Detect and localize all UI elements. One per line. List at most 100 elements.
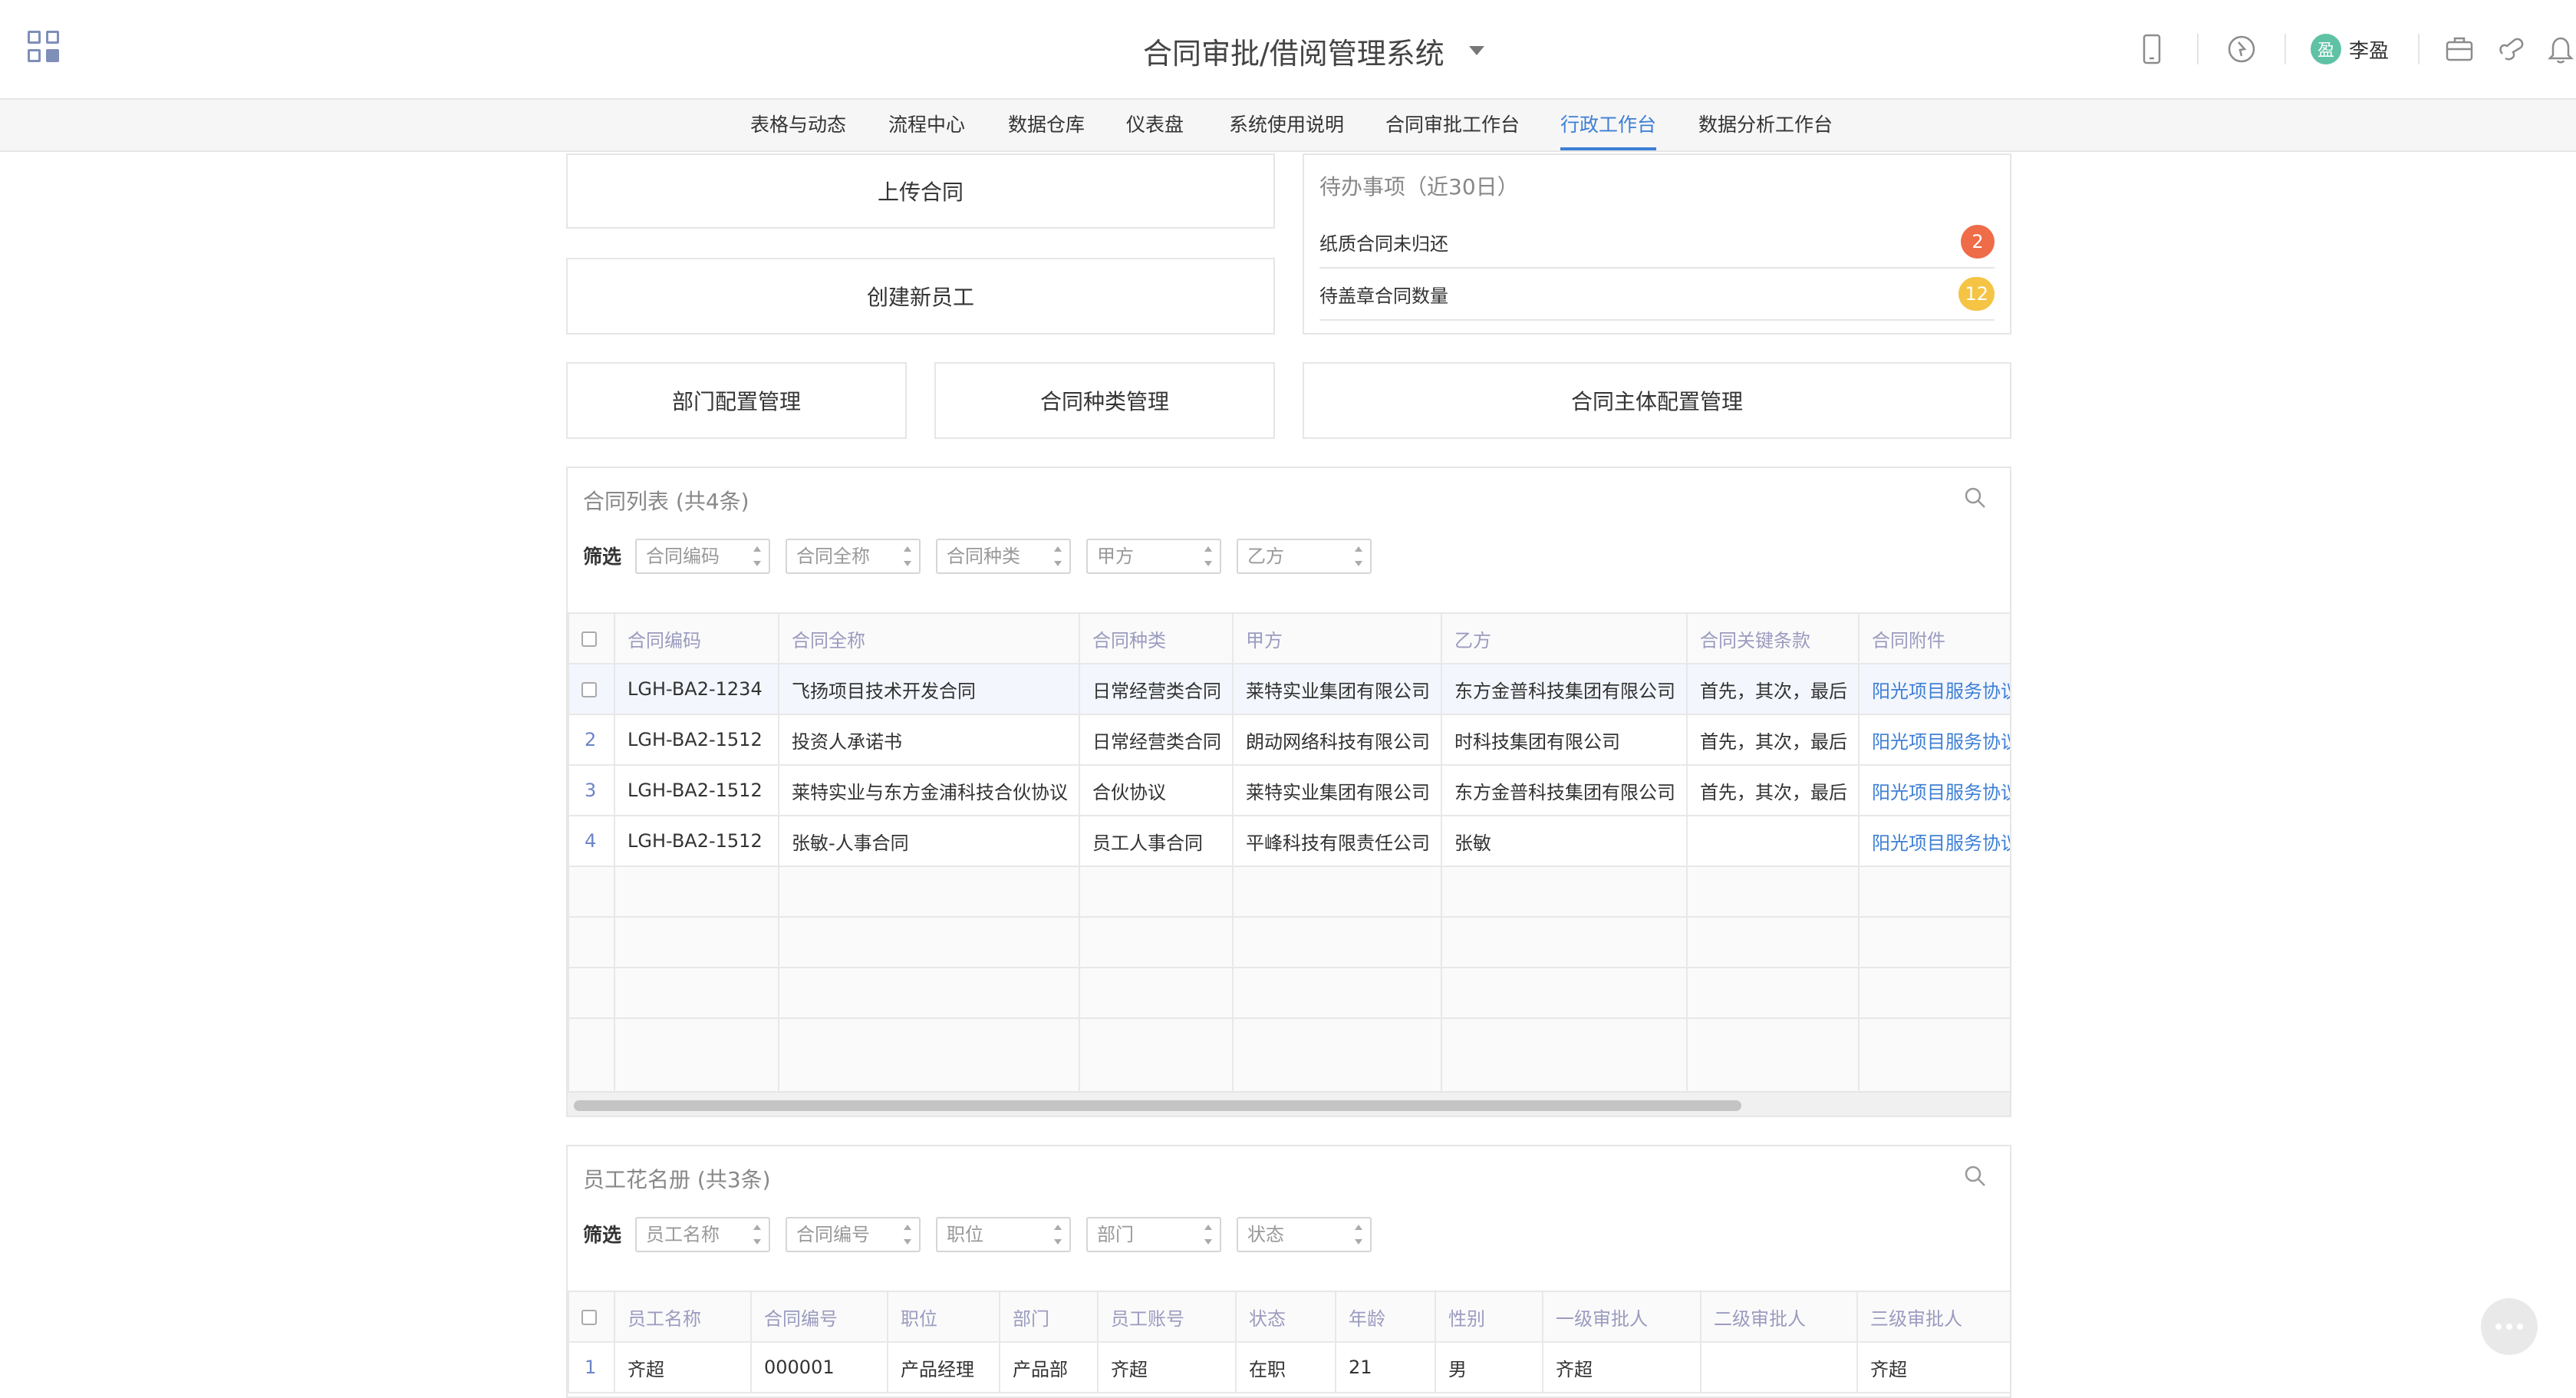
- empty-cell: [1858, 967, 2010, 1019]
- cell: 男: [1435, 1341, 1543, 1393]
- column-header[interactable]: 年龄: [1335, 1291, 1436, 1343]
- tab-admin-workbench[interactable]: 行政工作台: [1560, 100, 1657, 150]
- search-icon[interactable]: [1964, 486, 1987, 509]
- column-header[interactable]: 性别: [1435, 1291, 1543, 1343]
- todo-item-pending-seal[interactable]: 待盖章合同数量 12: [1319, 269, 1995, 321]
- filter-label: 筛选: [583, 1224, 622, 1246]
- attachment-link[interactable]: 阳光项目服务协议: [1858, 714, 2010, 766]
- more-options-button[interactable]: [2481, 1298, 2538, 1355]
- cell: 齐超: [614, 1341, 752, 1393]
- filter-contract-number[interactable]: 合同编号: [786, 1217, 921, 1252]
- todo-item-label: 纸质合同未归还: [1319, 232, 1448, 255]
- filter-placeholder: 乙方: [1247, 546, 1284, 567]
- table-row[interactable]: 3 LGH-BA2-1512 莱特实业与东方金浦科技合伙协议 合伙协议 莱特实业…: [568, 764, 2010, 816]
- select-all-checkbox[interactable]: [568, 1291, 615, 1343]
- filter-party-a[interactable]: 甲方: [1086, 539, 1221, 574]
- bell-icon[interactable]: [2547, 34, 2574, 64]
- empty-cell: [614, 866, 779, 918]
- filter-party-b[interactable]: 乙方: [1237, 539, 1372, 574]
- employee-list-title: 员工花名册 (共3条): [583, 1167, 771, 1192]
- tab-workflow-center[interactable]: 流程中心: [888, 100, 965, 150]
- contract-type-button[interactable]: 合同种类管理: [934, 362, 1275, 439]
- cell: LGH-BA2-1512: [614, 815, 779, 867]
- empty-cell: [1441, 967, 1688, 1019]
- share-link-icon[interactable]: [2496, 34, 2527, 64]
- filter-status[interactable]: 状态: [1237, 1217, 1372, 1252]
- filter-position[interactable]: 职位: [936, 1217, 1071, 1252]
- tab-tables-activity[interactable]: 表格与动态: [750, 100, 846, 150]
- cell: 21: [1335, 1341, 1436, 1393]
- column-header[interactable]: 合同编号: [750, 1291, 888, 1343]
- column-header[interactable]: 乙方: [1441, 612, 1688, 664]
- tab-user-guide[interactable]: 系统使用说明: [1229, 100, 1344, 150]
- filter-department[interactable]: 部门: [1086, 1217, 1221, 1252]
- filter-contract-code[interactable]: 合同编码: [635, 539, 770, 574]
- column-header[interactable]: 一级审批人: [1542, 1291, 1701, 1343]
- cell: LGH-BA2-1234: [614, 663, 779, 715]
- dot-icon: [2517, 1324, 2523, 1330]
- sort-arrows-icon: [1355, 1225, 1362, 1245]
- scrollbar-thumb[interactable]: [574, 1100, 1741, 1111]
- table-row[interactable]: 4 LGH-BA2-1512 张敏-人事合同 员工人事合同 平峰科技有限责任公司…: [568, 815, 2010, 867]
- filter-contract-type[interactable]: 合同种类: [936, 539, 1071, 574]
- column-header[interactable]: 员工名称: [614, 1291, 752, 1343]
- column-header[interactable]: 部门: [999, 1291, 1099, 1343]
- column-header[interactable]: 合同关键条款: [1686, 612, 1860, 664]
- dept-config-button[interactable]: 部门配置管理: [566, 362, 907, 439]
- table-row[interactable]: 1 齐超 000001 产品经理 产品部 齐超 在职 21 男 齐超 齐超: [568, 1341, 2010, 1393]
- column-header[interactable]: 合同种类: [1079, 612, 1234, 664]
- horizontal-scrollbar[interactable]: [568, 1091, 2010, 1116]
- sort-arrows-icon: [1054, 1225, 1062, 1245]
- table-row[interactable]: LGH-BA2-1234 飞扬项目技术开发合同 日常经营类合同 莱特实业集团有限…: [568, 663, 2010, 715]
- mobile-icon[interactable]: [2140, 34, 2163, 64]
- filter-employee-name[interactable]: 员工名称: [635, 1217, 770, 1252]
- search-icon[interactable]: [1964, 1165, 1987, 1188]
- cell: 飞扬项目技术开发合同: [778, 663, 1080, 715]
- column-header[interactable]: 二级审批人: [1700, 1291, 1858, 1343]
- user-name: 李盈: [2349, 39, 2390, 63]
- sort-arrows-icon: [1054, 546, 1062, 566]
- briefcase-icon[interactable]: [2444, 34, 2475, 64]
- table-row[interactable]: 2 LGH-BA2-1512 投资人承诺书 日常经营类合同 朗动网络科技有限公司…: [568, 714, 2010, 766]
- upload-contract-button[interactable]: 上传合同: [566, 153, 1275, 229]
- tab-dashboard[interactable]: 仪表盘: [1126, 100, 1184, 150]
- cell: 在职: [1235, 1341, 1336, 1393]
- column-header[interactable]: 员工账号: [1097, 1291, 1237, 1343]
- cell: 首先，其次，最后: [1686, 764, 1860, 816]
- cell: 莱特实业集团有限公司: [1232, 764, 1442, 816]
- column-header[interactable]: 三级审批人: [1856, 1291, 2010, 1343]
- row-number: 3: [568, 764, 615, 816]
- column-header[interactable]: 职位: [887, 1291, 1000, 1343]
- attachment-link[interactable]: 阳光项目服务协议: [1858, 764, 2010, 816]
- sort-arrows-icon: [904, 1225, 911, 1245]
- tab-data-warehouse[interactable]: 数据仓库: [1008, 100, 1085, 150]
- tab-data-analysis-workbench[interactable]: 数据分析工作台: [1698, 100, 1833, 150]
- column-header[interactable]: 甲方: [1232, 612, 1442, 664]
- attachment-link[interactable]: 阳光项目服务协议: [1858, 663, 2010, 715]
- filter-contract-name[interactable]: 合同全称: [786, 539, 921, 574]
- user-menu[interactable]: 盈 李盈: [2311, 34, 2389, 64]
- column-header[interactable]: 合同附件: [1858, 612, 2010, 664]
- create-employee-button[interactable]: 创建新员工: [566, 258, 1275, 335]
- empty-row: [568, 916, 2010, 968]
- cell: 齐超: [1097, 1341, 1237, 1393]
- empty-cell: [568, 866, 615, 918]
- contract-entity-config-button[interactable]: 合同主体配置管理: [1303, 362, 2011, 439]
- select-all-checkbox[interactable]: [568, 612, 615, 664]
- column-header[interactable]: 合同编码: [614, 612, 779, 664]
- column-header[interactable]: 合同全称: [778, 612, 1080, 664]
- column-header[interactable]: 状态: [1235, 1291, 1336, 1343]
- row-checkbox[interactable]: [568, 663, 615, 715]
- empty-cell: [614, 916, 779, 968]
- empty-cell: [1441, 866, 1688, 918]
- empty-cell: [1858, 866, 2010, 918]
- app-title-dropdown[interactable]: 合同审批/借阅管理系统: [1143, 28, 1484, 74]
- todo-item-unreturned[interactable]: 纸质合同未归还 2: [1319, 216, 1995, 269]
- app-grid-icon[interactable]: [28, 31, 61, 64]
- compass-icon[interactable]: [2226, 34, 2257, 64]
- attachment-link[interactable]: 阳光项目服务协议: [1858, 815, 2010, 867]
- cell: [1686, 815, 1860, 867]
- checkbox-icon: [581, 1310, 597, 1325]
- tab-contract-approval-workbench[interactable]: 合同审批工作台: [1385, 100, 1520, 150]
- empty-cell: [1686, 1017, 1860, 1099]
